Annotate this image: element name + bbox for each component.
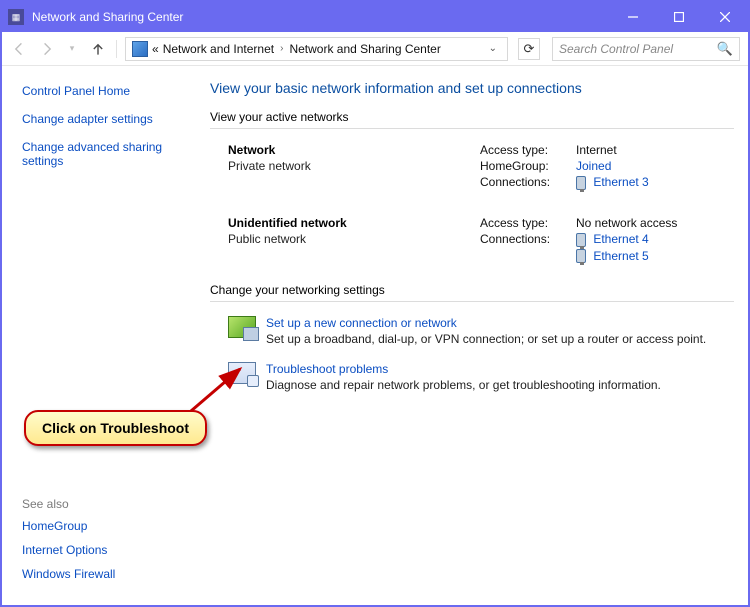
connections-label: Connections: [480,232,570,246]
active-networks-header: View your active networks [210,110,734,124]
up-button[interactable] [88,39,108,59]
network-block: Network Private network Access type: Int… [210,143,734,192]
sidebar-control-panel-home[interactable]: Control Panel Home [22,84,182,98]
setup-connection-icon [228,316,256,338]
ethernet-icon [576,233,586,247]
see-also-homegroup[interactable]: HomeGroup [22,519,182,533]
setup-connection-link[interactable]: Set up a new connection or network [266,316,706,330]
breadcrumb[interactable]: « Network and Internet › Network and Sha… [125,37,508,61]
connection-link[interactable]: Ethernet 4 [593,232,648,246]
breadcrumb-dropdown[interactable]: ⌄ [485,43,501,54]
ethernet-icon [576,176,586,190]
network-info: Network Private network [210,143,450,173]
control-panel-icon [132,41,148,57]
troubleshoot-item: Troubleshoot problems Diagnose and repai… [210,362,734,392]
homegroup-label: HomeGroup: [480,159,570,173]
setup-connection-item: Set up a new connection or network Set u… [210,316,734,346]
network-name: Network [228,143,450,157]
see-also-internet-options[interactable]: Internet Options [22,543,182,557]
setup-connection-desc: Set up a broadband, dial-up, or VPN conn… [266,332,706,346]
recent-dropdown[interactable]: ▾ [62,39,82,59]
separator [116,40,117,58]
divider [210,128,734,129]
app-icon: ▦ [8,9,24,25]
sidebar-change-advanced[interactable]: Change advanced sharing settings [22,140,182,168]
access-type-value: No network access [576,216,677,230]
access-type-label: Access type: [480,143,570,157]
address-bar: ▾ « Network and Internet › Network and S… [2,32,748,66]
main-panel: View your basic network information and … [192,66,748,607]
network-type: Public network [228,232,450,246]
back-button[interactable] [10,39,30,59]
access-type-value: Internet [576,143,617,157]
connection-link[interactable]: Ethernet 5 [593,249,648,263]
network-properties: Access type: Internet HomeGroup: Joined … [480,143,649,192]
breadcrumb-item[interactable]: Network and Internet [163,42,274,56]
network-properties: Access type: No network access Connectio… [480,216,677,266]
network-block: Unidentified network Public network Acce… [210,216,734,266]
maximize-button[interactable] [656,2,702,32]
close-button[interactable] [702,2,748,32]
network-type: Private network [228,159,450,173]
sidebar-change-adapter[interactable]: Change adapter settings [22,112,182,126]
page-title: View your basic network information and … [210,80,734,96]
network-info: Unidentified network Public network [210,216,450,246]
annotation-callout: Click on Troubleshoot [24,410,207,446]
window-title: Network and Sharing Center [32,10,610,24]
minimize-button[interactable] [610,2,656,32]
breadcrumb-lead: « [152,42,159,56]
troubleshoot-link[interactable]: Troubleshoot problems [266,362,661,376]
search-placeholder: Search Control Panel [559,42,717,56]
ethernet-icon [576,249,586,263]
settings-list: Set up a new connection or network Set u… [210,316,734,392]
change-settings-header: Change your networking settings [210,283,734,297]
breadcrumb-item[interactable]: Network and Sharing Center [289,42,440,56]
connection-link[interactable]: Ethernet 3 [593,175,648,189]
connections-label: Connections: [480,175,570,189]
see-also-header: See also [22,497,182,511]
network-name: Unidentified network [228,216,450,230]
chevron-right-icon[interactable]: › [278,43,285,54]
forward-button[interactable] [36,39,56,59]
refresh-button[interactable]: ⟳ [518,38,540,60]
search-input[interactable]: Search Control Panel 🔍 [552,37,740,61]
see-also-windows-firewall[interactable]: Windows Firewall [22,567,182,581]
divider [210,301,734,302]
access-type-label: Access type: [480,216,570,230]
titlebar: ▦ Network and Sharing Center [2,2,748,32]
search-icon[interactable]: 🔍 [717,41,733,57]
troubleshoot-desc: Diagnose and repair network problems, or… [266,378,661,392]
see-also: See also HomeGroup Internet Options Wind… [22,497,182,591]
homegroup-link[interactable]: Joined [576,159,611,173]
